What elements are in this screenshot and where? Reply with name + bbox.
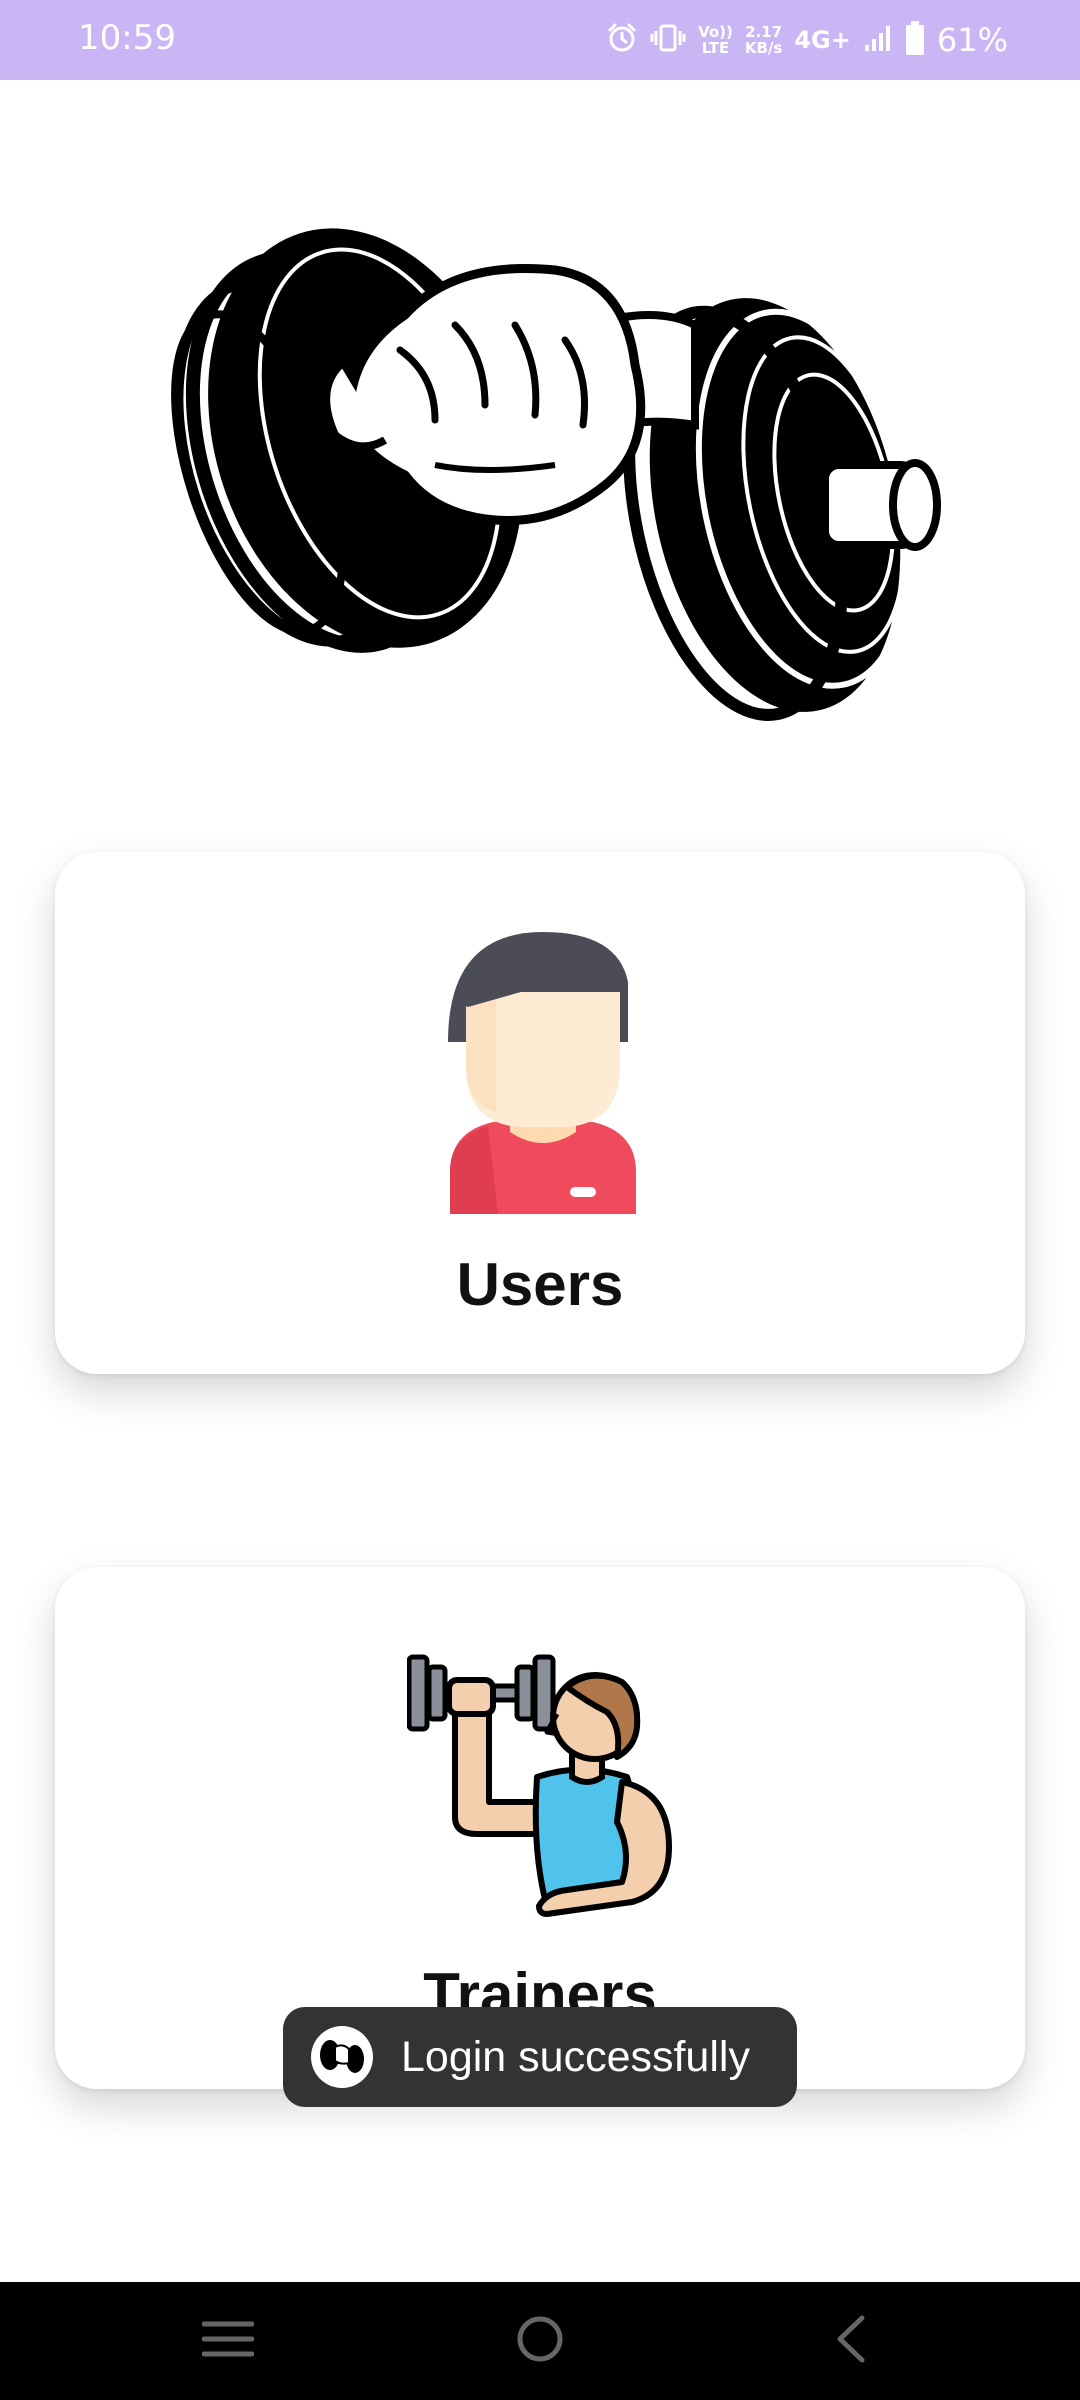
status-time: 10:59 <box>78 18 176 58</box>
vibrate-icon <box>650 22 686 58</box>
login-toast: Login successfully <box>283 2007 797 2107</box>
home-button[interactable] <box>470 2282 610 2400</box>
network-speed: 2.17 KB/s <box>744 23 783 57</box>
signal-icon <box>863 23 893 57</box>
status-icons: Vo)) LTE 2.17 KB/s 4G+ 61% <box>606 12 1008 68</box>
volte-indicator: Vo)) LTE <box>698 23 733 57</box>
user-avatar-icon <box>448 932 638 1219</box>
trainer-lifting-icon <box>406 1652 675 1927</box>
back-button[interactable] <box>780 2282 920 2400</box>
alarm-icon <box>606 22 638 58</box>
users-label: Users <box>456 1251 624 1318</box>
toast-message: Login successfully <box>401 2032 750 2081</box>
users-card[interactable]: Users <box>55 852 1025 1374</box>
battery-icon <box>905 20 925 60</box>
status-bar: 10:59 Vo)) LTE 2.17 KB/s 4G+ 61% <box>0 0 1080 80</box>
dumbbell-hand-icon <box>135 175 945 745</box>
navigation-bar <box>0 2282 1080 2400</box>
battery-percent: 61% <box>936 21 1008 59</box>
back-icon <box>832 2314 868 2369</box>
recents-icon <box>201 2319 255 2364</box>
app-logo-icon <box>311 2026 373 2088</box>
recents-button[interactable] <box>158 2282 298 2400</box>
home-icon <box>515 2314 565 2369</box>
network-type: 4G+ <box>794 26 851 54</box>
